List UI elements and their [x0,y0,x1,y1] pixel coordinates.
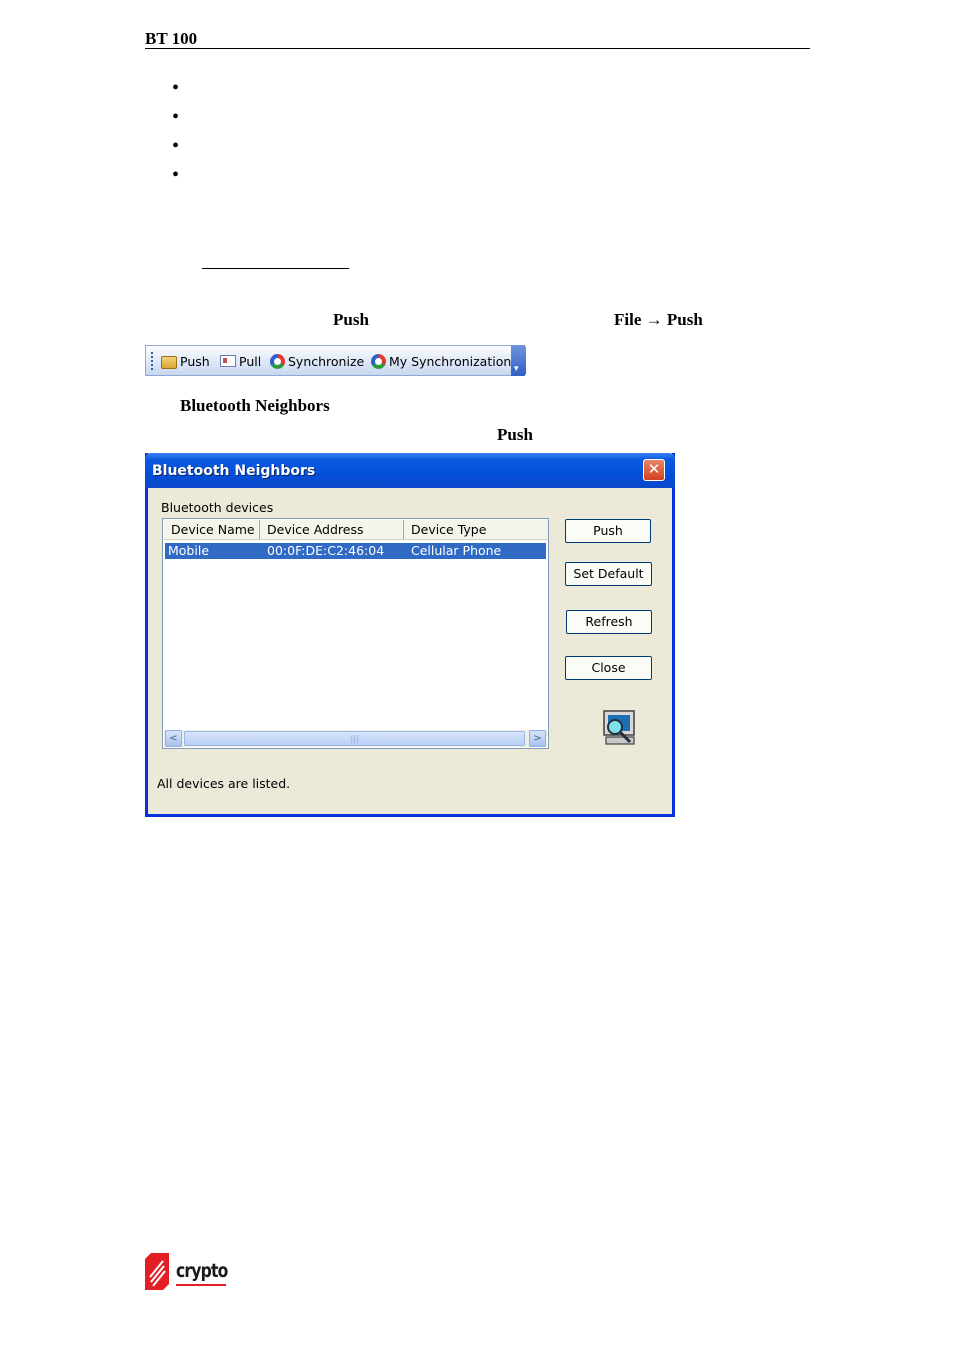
chevron-down-icon: ▾ [514,364,519,374]
dialog-title: Bluetooth Neighbors [152,463,316,479]
toolbar-overflow-button[interactable]: ▾ [511,345,526,376]
scroll-thumb[interactable]: ||| [184,731,525,746]
push-keyword: Push [497,425,533,444]
toolbar-item-label: My Synchronization [389,353,512,369]
my-sync-icon [371,353,386,369]
close-button[interactable]: Close [565,656,652,680]
logo-underline [176,1284,226,1286]
toolbar-item-label: Synchronize [288,353,365,369]
pull-card-icon [220,355,236,367]
horizontal-scrollbar[interactable]: < ||| > [164,730,547,747]
toolbar-pull-button[interactable]: Pull [220,352,261,370]
column-header-device-address[interactable]: Device Address [260,520,404,540]
bullet-point: • [172,164,180,186]
bullet-point: • [172,77,180,99]
toolbar-synchronize-button[interactable]: Synchronize [270,352,364,370]
toolbar-my-synchronization-button[interactable]: My Synchronization [371,352,511,370]
scroll-left-button[interactable]: < [165,730,182,747]
dialog-name-reference: Bluetooth Neighbors [180,396,330,415]
toolbar-item-label: Push [180,353,210,369]
section-heading-underline [202,268,349,269]
table-row[interactable]: Mobile 00:0F:DE:C2:46:04 Cellular Phone [165,543,546,559]
status-text: All devices are listed. [157,776,291,791]
toolbar-item-label: Pull [239,353,262,369]
device-list[interactable]: Device Name Device Address Device Type M… [162,518,549,749]
monitor-search-icon [603,710,635,745]
menu-path: File → Push [614,310,703,329]
push-keyword: Push [333,310,369,329]
bluetooth-neighbors-dialog: Bluetooth Neighbors ✕ Bluetooth devices … [145,453,675,817]
dialog-title-bar[interactable]: Bluetooth Neighbors ✕ [145,453,675,488]
push-folder-icon [161,355,177,369]
device-address-cell: 00:0F:DE:C2:46:04 [267,543,385,558]
crypto-logo-icon [145,1253,169,1290]
device-type-cell: Cellular Phone [411,543,502,558]
document-header: BT 100 [145,29,198,48]
bluetooth-devices-label: Bluetooth devices [161,500,274,515]
scroll-right-button[interactable]: > [529,730,546,747]
logo-wordmark: crypto [176,1260,228,1282]
close-icon[interactable]: ✕ [643,459,665,481]
device-name-cell: Mobile [168,543,210,558]
column-header-device-name[interactable]: Device Name [164,520,260,540]
refresh-button[interactable]: Refresh [566,610,652,634]
set-default-button[interactable]: Set Default [565,562,652,586]
header-rule [145,48,810,49]
bullet-point: • [172,135,180,157]
bluetooth-toolbar: Push Pull Synchronize My Synchronization [145,345,525,376]
toolbar-grip-icon[interactable] [151,352,153,370]
push-button[interactable]: Push [565,519,651,543]
sync-icon [270,353,285,369]
bullet-point: • [172,106,180,128]
column-header-device-type[interactable]: Device Type [404,520,548,540]
toolbar-push-button[interactable]: Push [161,352,210,370]
